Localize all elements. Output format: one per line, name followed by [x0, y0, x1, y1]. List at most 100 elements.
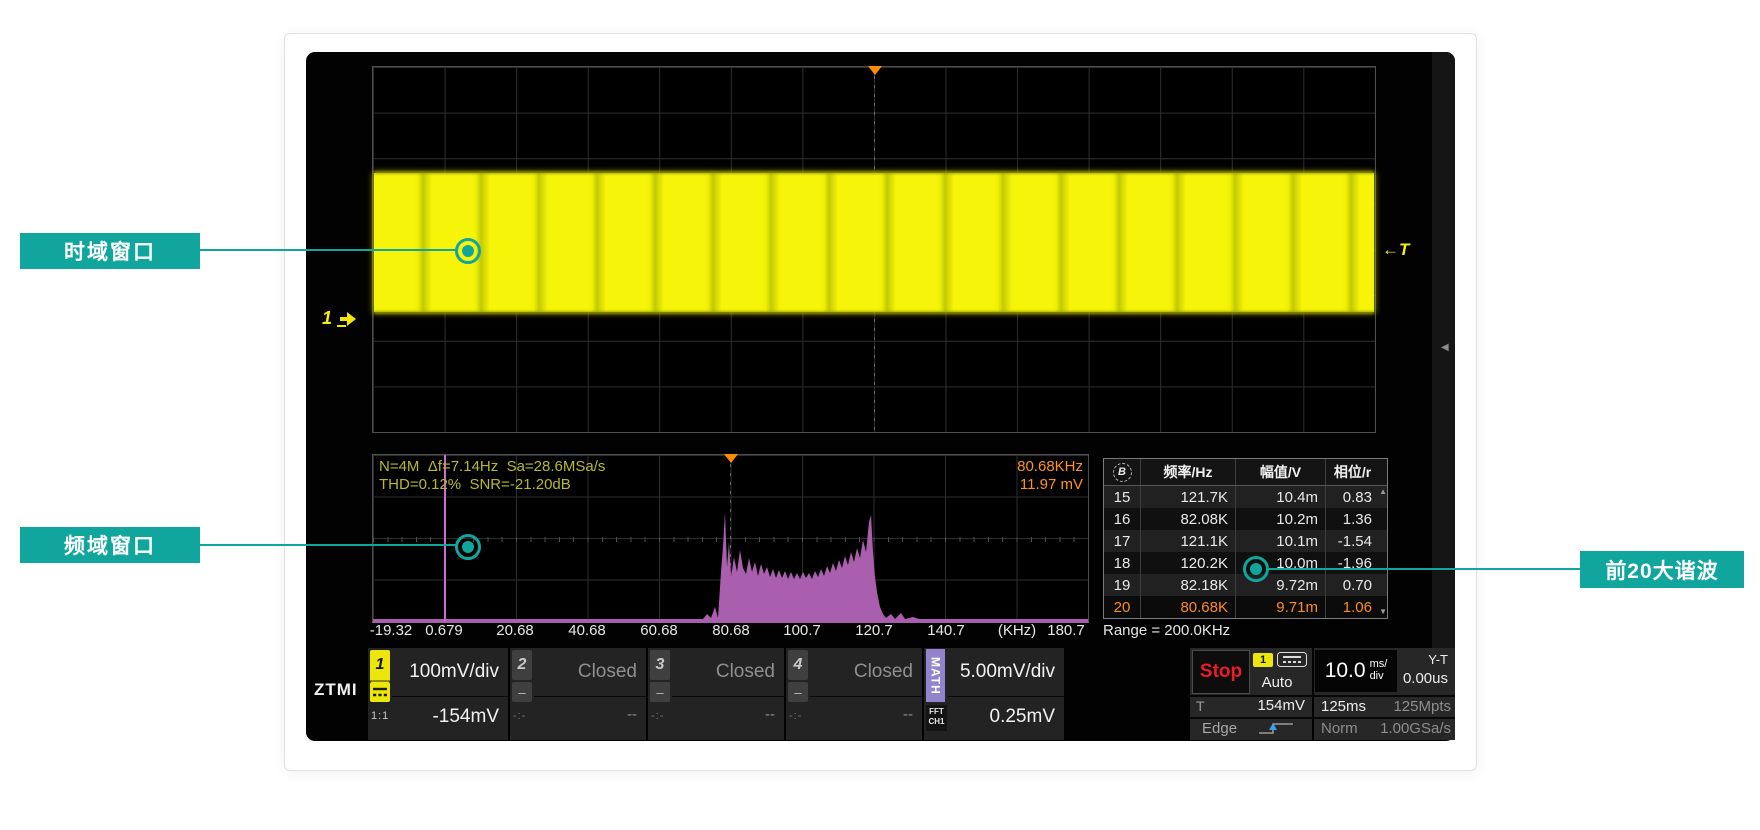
harmonic-row-15[interactable]: 15121.7K 10.4m0.83 [1104, 486, 1387, 508]
edge-trigger-icon [1256, 720, 1296, 736]
fft-axis-tick: 100.7 [783, 622, 821, 639]
waveform-fringe-bottom [374, 311, 1374, 314]
channel-1-badge: 1 [370, 650, 390, 682]
fft-info-line2: THD=0.12% SNR=-21.20dB [379, 476, 571, 493]
trigger-level: 154mV [1257, 697, 1305, 714]
ch2-coupling: – [512, 682, 532, 702]
ch2-probe-ratio: -:- [513, 710, 526, 722]
callout-time-dot [455, 238, 481, 264]
ch2-status: Closed [578, 661, 637, 683]
trigger-level-marker[interactable]: ←T [1382, 240, 1409, 260]
callout-freq-line [200, 544, 457, 546]
harmonics-table-header: B 频率/Hz 幅值/V 相位/r [1104, 459, 1387, 486]
ch1-dc-coupling-icon [370, 682, 390, 702]
fft-marker-amplitude: 11.97 mV [1020, 476, 1083, 493]
ch1-waveform [374, 173, 1374, 312]
trigger-position-marker[interactable] [868, 66, 882, 75]
fft-axis-tick: 140.7 [927, 622, 965, 639]
timebase-block[interactable]: 10.0 ms/ div Y-T 0.00us 125ms 125Mpts No… [1314, 648, 1455, 740]
channel-1-block[interactable]: 1 1:1 100mV/div -154mV [368, 648, 508, 740]
col-amplitude: 幅值/V [1236, 459, 1326, 485]
ground-arrow-icon [333, 309, 359, 329]
ch3-value: -- [765, 706, 775, 723]
harmonic-row-16[interactable]: 1682.08K 10.2m1.36 [1104, 508, 1387, 530]
harmonics-icon: B [1104, 459, 1141, 485]
fft-axis-unit: (KHz) [998, 622, 1036, 639]
right-menu-strip: ◀ [1432, 52, 1455, 648]
math-source-badge: FFTCH1 [926, 705, 947, 731]
trigger-delay: 0.00us [1403, 670, 1448, 687]
fft-axis-tick: -19.32 [370, 622, 413, 639]
channel-2-badge: 2 [512, 650, 532, 680]
ch4-status: Closed [854, 661, 913, 683]
math-tab: MATH [926, 649, 945, 702]
ch4-value: -- [903, 706, 913, 723]
table-scroll-down-icon[interactable]: ▼ [1379, 607, 1387, 616]
channel-2-block[interactable]: 2 – -:- Closed -- [510, 648, 646, 740]
sample-rate: 1.00GSa/s [1380, 720, 1451, 737]
ch4-probe-ratio: -:- [789, 710, 802, 722]
trigger-coupling-icon [1277, 652, 1307, 667]
trigger-block[interactable]: Stop 1 Auto T 154mV Edge [1190, 648, 1312, 740]
callout-harmonics-dot [1243, 556, 1269, 582]
fft-info-line1: N=4M Δf=7.14Hz Sa=28.6MSa/s [379, 458, 605, 475]
harmonics-table[interactable]: B 频率/Hz 幅值/V 相位/r 15121.7K 10.4m0.83 168… [1103, 458, 1388, 619]
acquire-mode: Norm [1321, 720, 1358, 737]
ch1-offset: -154mV [432, 706, 499, 728]
fft-range-label: Range = 200.0KHz [1103, 622, 1230, 639]
math-offset: 0.25mV [990, 706, 1055, 728]
callout-harmonics: 前20大谐波 [1580, 551, 1744, 588]
callout-freq-domain: 频域窗口 [20, 527, 200, 563]
oscilloscope-screen: ◀ 1 ←T N=4M Δf=7.14Hz Sa=28.6MSa/s THD=0… [306, 52, 1455, 741]
fft-axis-tick: 60.68 [640, 622, 678, 639]
fft-axis-tick: 80.68 [712, 622, 750, 639]
timebase-scale-box[interactable]: 10.0 ms/ div [1315, 650, 1397, 692]
channel-4-block[interactable]: 4 – -:- Closed -- [786, 648, 922, 740]
run-state-box[interactable]: Stop [1192, 650, 1250, 694]
callout-time-line [200, 249, 457, 251]
fft-axis-tick: 120.7 [855, 622, 893, 639]
trigger-mode: Auto [1253, 674, 1301, 691]
menu-collapse-icon[interactable]: ◀ [1441, 342, 1449, 353]
ch1-ground-label: 1 [322, 308, 332, 329]
ch3-status: Closed [716, 661, 775, 683]
trigger-source-badge: 1 [1253, 653, 1273, 667]
record-length-time: 125ms [1321, 698, 1366, 715]
callout-harmonics-line [1267, 568, 1580, 570]
fft-axis-tick: 40.68 [568, 622, 606, 639]
brand-logo: ZTMI [314, 680, 358, 700]
fft-center-marker[interactable] [724, 454, 738, 463]
ch3-probe-ratio: -:- [651, 710, 664, 722]
ch1-ground-marker[interactable]: 1 [322, 308, 359, 329]
trigger-type: Edge [1202, 720, 1237, 737]
math-scale: 5.00mV/div [960, 661, 1055, 683]
ch2-value: -- [627, 706, 637, 723]
col-phase: 相位/r [1326, 459, 1379, 485]
math-block[interactable]: MATH FFTCH1 5.00mV/div 0.25mV [924, 648, 1064, 740]
channel-3-block[interactable]: 3 – -:- Closed -- [648, 648, 784, 740]
trigger-t-label: T [1196, 698, 1205, 714]
page: { "callouts": { "time_label": "时域窗口", "f… [0, 0, 1760, 830]
ch3-coupling: – [650, 682, 670, 702]
callout-time-domain: 时域窗口 [20, 233, 200, 269]
fft-marker-frequency: 80.68KHz [1017, 458, 1083, 475]
fft-axis-tick: 0.679 [425, 622, 463, 639]
time-domain-window [372, 66, 1376, 433]
col-frequency: 频率/Hz [1141, 459, 1236, 485]
timebase-scale: 10.0 [1325, 659, 1366, 683]
fft-axis-tick: 20.68 [496, 622, 534, 639]
harmonic-row-20[interactable]: 2080.68K 9.71m1.06 [1104, 596, 1387, 618]
fft-axis-tick: 180.7 [1047, 622, 1085, 639]
table-scroll-up-icon[interactable]: ▲ [1379, 487, 1387, 496]
channel-4-badge: 4 [788, 650, 808, 680]
channel-3-badge: 3 [650, 650, 670, 680]
ch1-probe-ratio: 1:1 [371, 710, 389, 722]
ch4-coupling: – [788, 682, 808, 702]
record-points: 125Mpts [1393, 698, 1451, 715]
ch1-scale: 100mV/div [409, 661, 499, 683]
harmonic-row-17[interactable]: 17121.1K 10.1m-1.54 [1104, 530, 1387, 552]
display-mode: Y-T [1428, 652, 1448, 667]
waveform-fringe-top [374, 171, 1374, 174]
fft-window: N=4M Δf=7.14Hz Sa=28.6MSa/s THD=0.12% SN… [372, 454, 1089, 623]
run-state: Stop [1200, 661, 1242, 683]
